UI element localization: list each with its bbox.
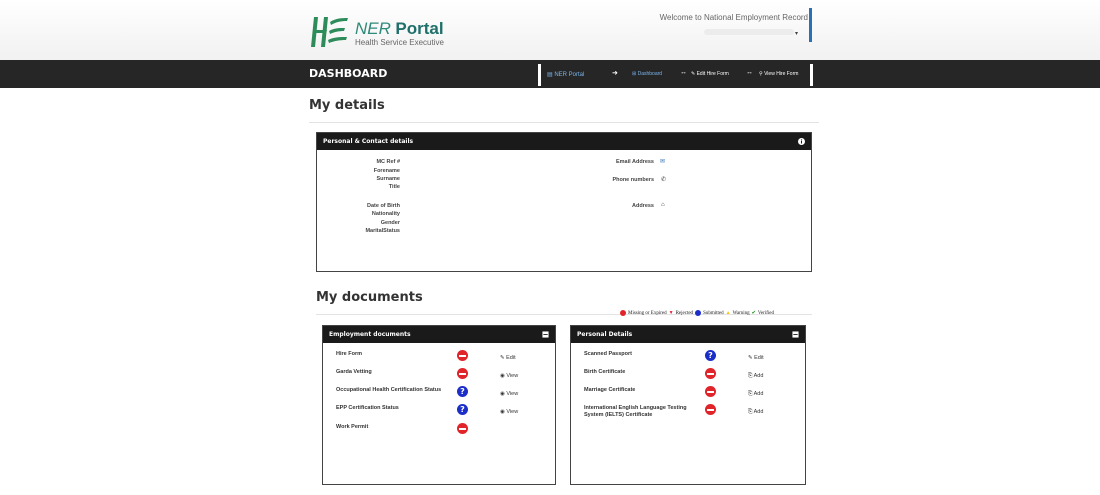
label-surname: Surname xyxy=(376,176,400,182)
grid-icon: ⊞ xyxy=(632,71,637,77)
missing-icon xyxy=(705,368,716,379)
panel-title: Employment documents xyxy=(329,331,411,338)
info-icon[interactable] xyxy=(798,138,805,145)
user-menu[interactable] xyxy=(704,29,794,35)
envelope-icon: ✉ xyxy=(660,159,666,165)
warning-icon: ▲ xyxy=(725,310,731,316)
top-header: NER Portal Health Service Executive Welc… xyxy=(0,0,1100,60)
panel-header: Employment documents xyxy=(323,326,555,343)
eye-icon: ◉ xyxy=(500,373,505,379)
double-arrow-icon: ↔ xyxy=(746,69,753,76)
breadcrumb-dashboard[interactable]: ⊞ Dashboard xyxy=(632,71,662,77)
panel-header: Personal Details xyxy=(571,326,805,343)
logo-subtitle: Health Service Executive xyxy=(355,38,444,47)
label-forename: Forename xyxy=(373,168,400,174)
missing-icon xyxy=(620,310,626,316)
eye-icon: ◉ xyxy=(500,409,505,415)
doc-occupational-health: Occupational Health Certification Status xyxy=(336,387,442,393)
logo-ner: NER xyxy=(355,19,391,38)
edit-scanned-passport-button[interactable]: ✎ Edit xyxy=(748,355,764,361)
logo-portal: Portal xyxy=(395,19,444,38)
add-marriage-certificate-button[interactable]: ⎘ Add xyxy=(748,391,763,398)
legend-rejected: Rejected xyxy=(675,310,694,316)
breadcrumb-view-hire-form[interactable]: ⚲ View Hire Form xyxy=(759,71,798,77)
paperclip-icon: ⎘ xyxy=(748,391,753,397)
missing-icon xyxy=(705,386,716,397)
panel-header: Personal & Contact details xyxy=(317,133,811,150)
paperclip-icon: ⎘ xyxy=(748,409,753,415)
search-icon: ⚲ xyxy=(759,71,763,77)
eye-icon: ◉ xyxy=(500,391,505,397)
thumbs-down-icon: ▼ xyxy=(668,310,674,316)
missing-icon xyxy=(457,350,468,361)
breadcrumb-ner-portal[interactable]: ▤ NER Portal xyxy=(547,71,584,78)
personal-contact-panel: Personal & Contact details xyxy=(316,132,812,272)
question-icon: ? xyxy=(457,386,468,397)
add-ielts-certificate-button[interactable]: ⎘ Add xyxy=(748,409,763,416)
missing-icon xyxy=(457,368,468,379)
paperclip-icon: ⎘ xyxy=(748,373,753,379)
add-birth-certificate-button[interactable]: ⎘ Add xyxy=(748,373,763,380)
double-arrow-icon: ↔ xyxy=(680,69,687,76)
legend-missing: Missing or Expired xyxy=(628,310,667,316)
breadcrumb: ▤ NER Portal ➜ ⊞ Dashboard ↔ ✎ Edit Hire… xyxy=(538,64,813,86)
status-legend: Missing or Expired ▼ Rejected Submitted … xyxy=(620,310,774,316)
label-phone: Phone numbers xyxy=(612,177,654,183)
edit-hire-form-button[interactable]: ✎ Edit xyxy=(500,355,516,361)
header-divider xyxy=(809,8,812,42)
list-icon: ▤ xyxy=(547,72,553,78)
breadcrumb-edit-hire-form[interactable]: ✎ Edit Hire Form xyxy=(691,71,729,77)
collapse-icon[interactable] xyxy=(542,331,549,338)
label-marital-status: MaritalStatus xyxy=(365,228,400,234)
missing-icon xyxy=(705,404,716,415)
label-address: Address xyxy=(631,203,654,209)
welcome-text: Welcome to National Employment Record xyxy=(659,13,808,22)
legend-submitted: Submitted xyxy=(703,310,724,316)
doc-scanned-passport: Scanned Passport xyxy=(584,351,632,357)
my-documents-title: My documents xyxy=(316,290,423,305)
doc-ielts-certificate: International English Language Testing S… xyxy=(584,405,687,418)
legend-warning: Warning xyxy=(732,310,750,316)
doc-birth-certificate: Birth Certificate xyxy=(584,369,626,375)
hse-logo-mark-icon xyxy=(311,17,348,47)
page-title: DASHBOARD xyxy=(309,67,388,80)
question-icon xyxy=(695,310,702,316)
question-icon: ? xyxy=(457,404,468,415)
label-nationality: Nationality xyxy=(371,211,400,217)
doc-work-permit: Work Permit xyxy=(336,424,369,430)
arrow-right-icon: ➜ xyxy=(612,70,618,77)
doc-marriage-certificate: Marriage Certificate xyxy=(584,387,636,393)
label-gender: Gender xyxy=(380,220,400,226)
panel-title: Personal & Contact details xyxy=(323,138,414,145)
logo-wordmark: NER Portal xyxy=(355,19,444,39)
check-icon: ✔ xyxy=(751,311,756,316)
panel-title: Personal Details xyxy=(577,331,633,338)
missing-icon xyxy=(457,423,468,434)
home-icon: ⌂ xyxy=(661,202,665,208)
view-garda-vetting-button[interactable]: ◉ View xyxy=(500,373,518,379)
collapse-icon[interactable] xyxy=(792,331,799,338)
doc-epp-certification: EPP Certification Status xyxy=(336,405,399,411)
caret-down-icon[interactable]: ▾ xyxy=(795,30,798,37)
doc-garda-vetting: Garda Vetting xyxy=(336,369,372,375)
legend-verified: Verified xyxy=(757,310,774,316)
question-icon: ? xyxy=(705,350,716,361)
edit-icon: ✎ xyxy=(748,355,753,361)
view-occupational-health-button[interactable]: ◉ View xyxy=(500,391,518,397)
pencil-icon: ✎ xyxy=(691,71,696,77)
label-title: Title xyxy=(388,184,400,190)
view-epp-certification-button[interactable]: ◉ View xyxy=(500,409,518,415)
label-email: Email Address xyxy=(615,159,654,165)
divider xyxy=(309,122,819,123)
label-dob: Date of Birth xyxy=(367,203,400,209)
label-mc-ref: MC Ref # xyxy=(376,159,400,165)
phone-icon: ✆ xyxy=(661,177,667,183)
edit-icon: ✎ xyxy=(500,355,505,361)
doc-hire-form: Hire Form xyxy=(336,351,362,357)
my-details-title: My details xyxy=(309,98,385,113)
